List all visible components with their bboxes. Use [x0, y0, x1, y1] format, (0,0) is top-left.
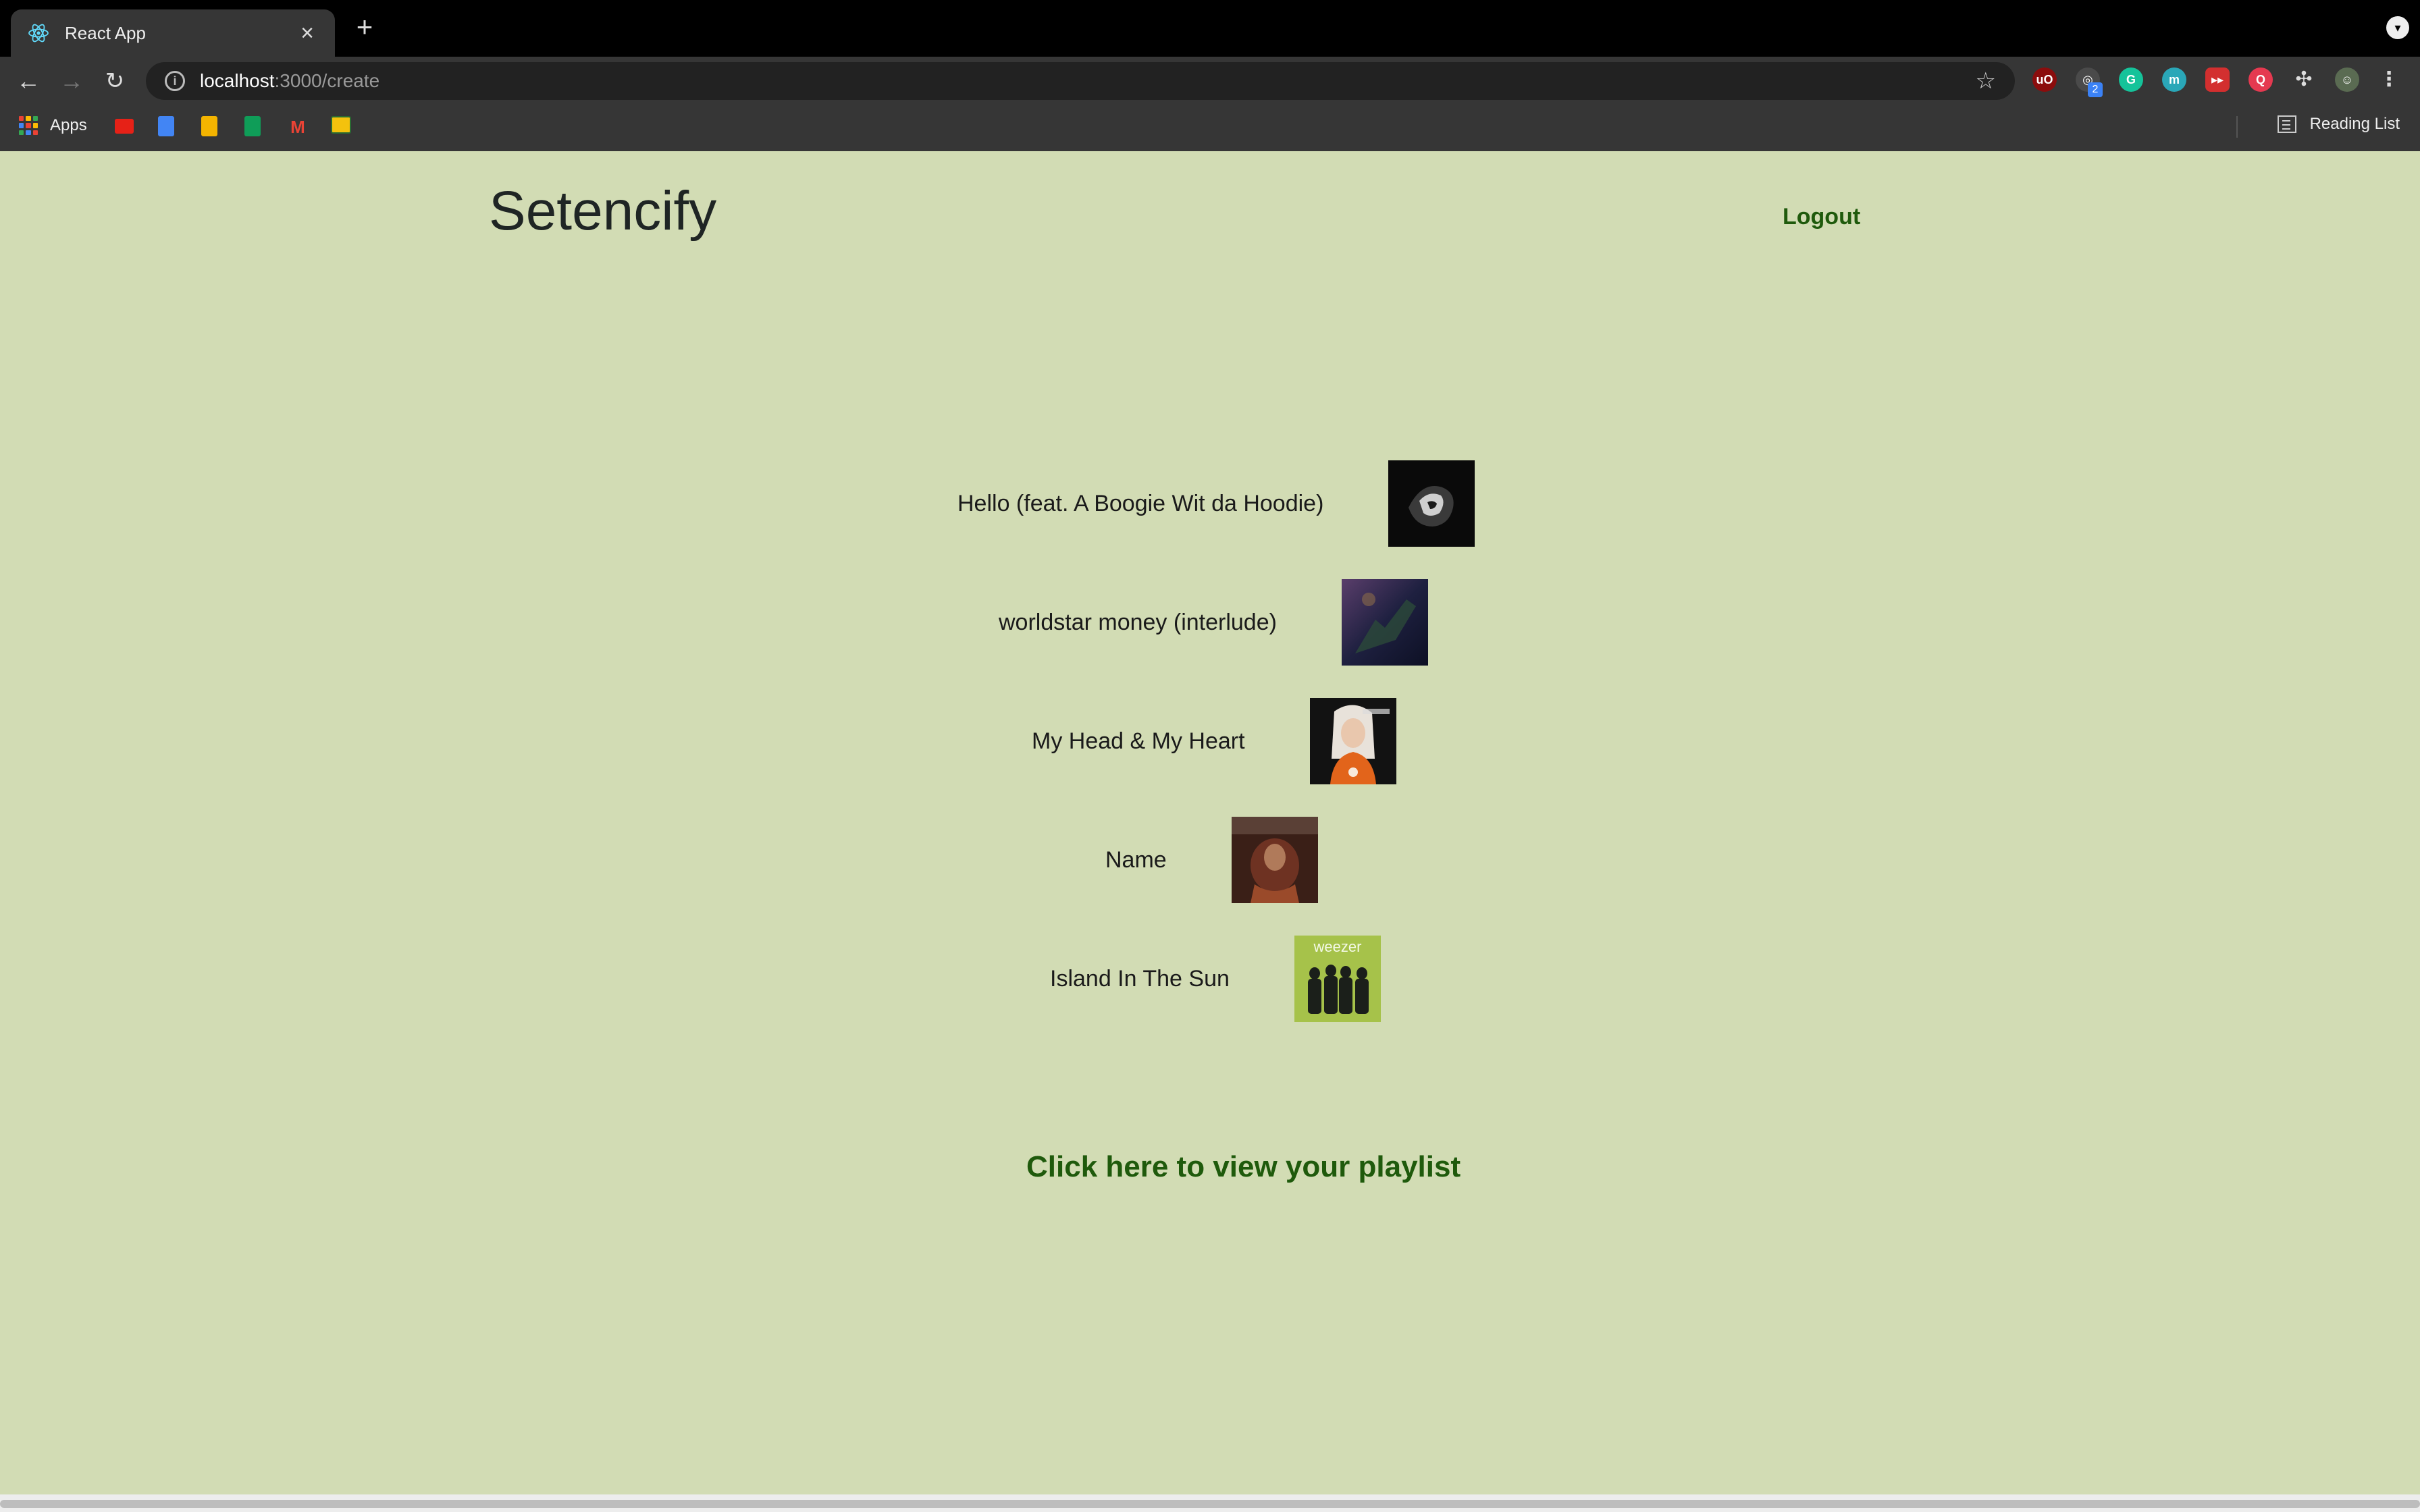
- reload-icon[interactable]: ↻: [100, 66, 130, 96]
- track-name: My Head & My Heart: [1032, 728, 1245, 754]
- close-tab-icon[interactable]: ×: [296, 22, 319, 45]
- logout-link[interactable]: Logout: [1783, 204, 1860, 230]
- google-sheets-bookmark-icon[interactable]: [244, 116, 261, 136]
- url-text[interactable]: localhost:3000/create: [200, 70, 1976, 92]
- track-name: Island In The Sun: [1050, 965, 1230, 992]
- video-speed-extension-icon[interactable]: ▸▸: [2205, 68, 2230, 92]
- app-brand-title: Setencify: [489, 180, 717, 242]
- apps-label: Apps: [50, 116, 87, 134]
- track-row: Hello (feat. A Boogie Wit da Hoodie): [957, 460, 1475, 547]
- tab-title: React App: [65, 22, 146, 43]
- grammarly-extension-icon[interactable]: G: [2119, 68, 2143, 92]
- youtube-bookmark-icon[interactable]: [115, 119, 134, 134]
- address-bar[interactable]: i localhost:3000/create ☆: [146, 62, 2015, 100]
- back-arrow-icon[interactable]: ←: [14, 66, 43, 96]
- track-name: Hello (feat. A Boogie Wit da Hoodie): [957, 490, 1324, 516]
- google-docs-bookmark-icon[interactable]: [158, 116, 174, 136]
- gmail-bookmark-icon[interactable]: M: [288, 118, 308, 136]
- track-row: worldstar money (interlude): [999, 579, 1428, 666]
- track-row: My Head & My Heart: [1032, 698, 1396, 784]
- album-art-dark-red-icon: [1231, 817, 1318, 903]
- track-row: Name: [1105, 817, 1318, 903]
- album-art-night-sky-icon: [1341, 579, 1428, 666]
- site-info-icon[interactable]: i: [165, 71, 185, 91]
- album-art-dark-figure-icon: [1388, 460, 1475, 547]
- horizontal-scrollbar[interactable]: [0, 1494, 2420, 1512]
- track-name: Name: [1105, 846, 1167, 873]
- new-tab-button[interactable]: +: [351, 13, 378, 41]
- svg-text:weezer: weezer: [1313, 938, 1361, 955]
- browser-menu-icon[interactable]: ⋮: [2377, 68, 2401, 92]
- bookmark-apps[interactable]: Apps: [19, 116, 87, 135]
- bookmark-star-icon[interactable]: ☆: [1976, 68, 1996, 94]
- track-name: worldstar money (interlude): [999, 609, 1277, 635]
- reading-list-label: Reading List: [2309, 115, 2400, 133]
- forward-arrow-icon[interactable]: →: [57, 66, 86, 96]
- react-icon: [27, 22, 50, 45]
- album-art-weezer-green-icon: weezer: [1294, 936, 1381, 1022]
- m-extension-icon[interactable]: m: [2162, 68, 2186, 92]
- scrollbar-thumb[interactable]: [0, 1500, 2420, 1508]
- browser-tab-active[interactable]: React App ×: [11, 9, 335, 57]
- browser-tab-strip: React App × + ▾: [0, 0, 2420, 57]
- photos-bookmark-icon[interactable]: [331, 116, 351, 134]
- album-art-portrait-orange-icon: [1309, 698, 1396, 784]
- reading-list-icon: [2277, 115, 2296, 133]
- extension-badge: 2: [2088, 82, 2103, 97]
- apps-grid-icon: [19, 116, 38, 135]
- profile-avatar[interactable]: ☺: [2335, 68, 2359, 92]
- extensions-puzzle-icon[interactable]: ✣: [2292, 68, 2316, 92]
- app-page: Setencify Logout Hello (feat. A Boogie W…: [0, 151, 2420, 1512]
- reading-list-button[interactable]: Reading List: [2277, 115, 2400, 134]
- view-playlist-link[interactable]: Click here to view your playlist: [1026, 1150, 1461, 1184]
- bookmark-separator: [2236, 116, 2238, 138]
- pocket-extension-icon[interactable]: Q: [2248, 68, 2273, 92]
- tab-search-icon[interactable]: ▾: [2386, 16, 2409, 39]
- track-row: Island In The Sun weezer: [1050, 936, 1381, 1022]
- google-slides-bookmark-icon[interactable]: [201, 116, 217, 136]
- ublock-extension-icon[interactable]: uO: [2032, 68, 2057, 92]
